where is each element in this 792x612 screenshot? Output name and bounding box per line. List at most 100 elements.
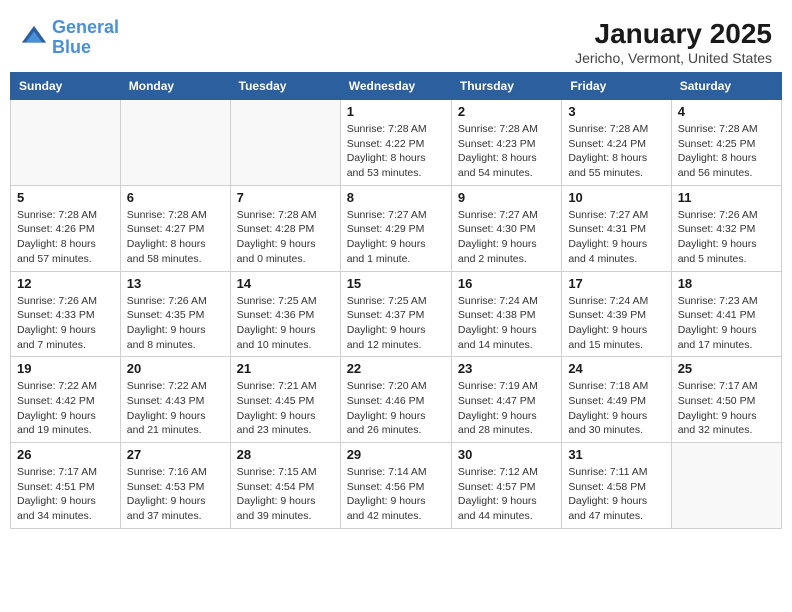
day-info: Sunrise: 7:22 AM Sunset: 4:42 PM Dayligh… — [17, 379, 114, 438]
day-number: 6 — [127, 190, 224, 205]
day-info: Sunrise: 7:17 AM Sunset: 4:51 PM Dayligh… — [17, 465, 114, 524]
calendar-cell: 29Sunrise: 7:14 AM Sunset: 4:56 PM Dayli… — [340, 443, 451, 529]
day-number: 27 — [127, 447, 224, 462]
day-info: Sunrise: 7:21 AM Sunset: 4:45 PM Dayligh… — [237, 379, 334, 438]
day-number: 4 — [678, 104, 775, 119]
day-header-saturday: Saturday — [671, 73, 781, 100]
day-number: 15 — [347, 276, 445, 291]
day-info: Sunrise: 7:28 AM Sunset: 4:23 PM Dayligh… — [458, 122, 555, 181]
calendar-cell: 5Sunrise: 7:28 AM Sunset: 4:26 PM Daylig… — [11, 185, 121, 271]
calendar-cell — [230, 100, 340, 186]
day-info: Sunrise: 7:18 AM Sunset: 4:49 PM Dayligh… — [568, 379, 664, 438]
day-number: 10 — [568, 190, 664, 205]
day-header-thursday: Thursday — [451, 73, 561, 100]
day-info: Sunrise: 7:28 AM Sunset: 4:26 PM Dayligh… — [17, 208, 114, 267]
day-number: 29 — [347, 447, 445, 462]
calendar-cell: 8 Sunrise: 7:27 AM Sunset: 4:29 PM Daylig… — [340, 185, 451, 271]
day-info: Sunrise: 7:27 AM Sunset: 4:30 PM Dayligh… — [458, 208, 555, 267]
calendar-week-1: 1Sunrise: 7:28 AM Sunset: 4:22 PM Daylig… — [11, 100, 782, 186]
day-number: 24 — [568, 361, 664, 376]
day-header-monday: Monday — [120, 73, 230, 100]
calendar-cell — [120, 100, 230, 186]
day-number: 20 — [127, 361, 224, 376]
day-info: Sunrise: 7:26 AM Sunset: 4:35 PM Dayligh… — [127, 294, 224, 353]
day-info: Sunrise: 7:28 AM Sunset: 4:24 PM Dayligh… — [568, 122, 664, 181]
day-number: 22 — [347, 361, 445, 376]
logo-text: General Blue — [52, 18, 119, 58]
day-number: 2 — [458, 104, 555, 119]
day-number: 9 — [458, 190, 555, 205]
day-header-tuesday: Tuesday — [230, 73, 340, 100]
calendar-cell: 20 Sunrise: 7:22 AM Sunset: 4:43 PM Dayli… — [120, 357, 230, 443]
day-info: Sunrise: 7:26 AM Sunset: 4:33 PM Dayligh… — [17, 294, 114, 353]
calendar-cell: 18 Sunrise: 7:23 AM Sunset: 4:41 PM Dayli… — [671, 271, 781, 357]
day-number: 14 — [237, 276, 334, 291]
calendar-cell: 21 Sunrise: 7:21 AM Sunset: 4:45 PM Dayli… — [230, 357, 340, 443]
day-number: 25 — [678, 361, 775, 376]
day-info: Sunrise: 7:16 AM Sunset: 4:53 PM Dayligh… — [127, 465, 224, 524]
calendar-cell: 25 Sunrise: 7:17 AM Sunset: 4:50 PM Dayli… — [671, 357, 781, 443]
month-title: January 2025 — [575, 18, 772, 50]
day-info: Sunrise: 7:20 AM Sunset: 4:46 PM Dayligh… — [347, 379, 445, 438]
calendar-cell: 10 Sunrise: 7:27 AM Sunset: 4:31 PM Dayli… — [562, 185, 671, 271]
day-header-sunday: Sunday — [11, 73, 121, 100]
day-number: 23 — [458, 361, 555, 376]
day-info: Sunrise: 7:25 AM Sunset: 4:36 PM Dayligh… — [237, 294, 334, 353]
day-number: 12 — [17, 276, 114, 291]
calendar-cell: 1Sunrise: 7:28 AM Sunset: 4:22 PM Daylig… — [340, 100, 451, 186]
day-info: Sunrise: 7:27 AM Sunset: 4:29 PM Dayligh… — [347, 208, 445, 267]
calendar-week-2: 5Sunrise: 7:28 AM Sunset: 4:26 PM Daylig… — [11, 185, 782, 271]
day-number: 7 — [237, 190, 334, 205]
day-number: 21 — [237, 361, 334, 376]
calendar-cell: 31 Sunrise: 7:11 AM Sunset: 4:58 PM Dayli… — [562, 443, 671, 529]
location: Jericho, Vermont, United States — [575, 50, 772, 66]
day-info: Sunrise: 7:26 AM Sunset: 4:32 PM Dayligh… — [678, 208, 775, 267]
calendar-cell: 3 Sunrise: 7:28 AM Sunset: 4:24 PM Daylig… — [562, 100, 671, 186]
page-header: General Blue January 2025 Jericho, Vermo… — [10, 10, 782, 72]
day-info: Sunrise: 7:17 AM Sunset: 4:50 PM Dayligh… — [678, 379, 775, 438]
day-number: 30 — [458, 447, 555, 462]
day-number: 18 — [678, 276, 775, 291]
day-info: Sunrise: 7:24 AM Sunset: 4:39 PM Dayligh… — [568, 294, 664, 353]
calendar-cell: 14 Sunrise: 7:25 AM Sunset: 4:36 PM Dayli… — [230, 271, 340, 357]
day-info: Sunrise: 7:15 AM Sunset: 4:54 PM Dayligh… — [237, 465, 334, 524]
day-number: 28 — [237, 447, 334, 462]
day-number: 13 — [127, 276, 224, 291]
day-number: 1 — [347, 104, 445, 119]
calendar-week-3: 12 Sunrise: 7:26 AM Sunset: 4:33 PM Dayli… — [11, 271, 782, 357]
day-info: Sunrise: 7:12 AM Sunset: 4:57 PM Dayligh… — [458, 465, 555, 524]
calendar-cell: 23Sunrise: 7:19 AM Sunset: 4:47 PM Dayli… — [451, 357, 561, 443]
day-header-friday: Friday — [562, 73, 671, 100]
day-number: 26 — [17, 447, 114, 462]
calendar-cell: 16Sunrise: 7:24 AM Sunset: 4:38 PM Dayli… — [451, 271, 561, 357]
calendar-cell: 12 Sunrise: 7:26 AM Sunset: 4:33 PM Dayli… — [11, 271, 121, 357]
day-header-wednesday: Wednesday — [340, 73, 451, 100]
calendar-cell: 27 Sunrise: 7:16 AM Sunset: 4:53 PM Dayli… — [120, 443, 230, 529]
calendar-cell: 24 Sunrise: 7:18 AM Sunset: 4:49 PM Dayli… — [562, 357, 671, 443]
day-number: 16 — [458, 276, 555, 291]
calendar-cell: 28 Sunrise: 7:15 AM Sunset: 4:54 PM Dayli… — [230, 443, 340, 529]
day-info: Sunrise: 7:28 AM Sunset: 4:25 PM Dayligh… — [678, 122, 775, 181]
logo-icon — [20, 24, 48, 52]
calendar-cell: 11Sunrise: 7:26 AM Sunset: 4:32 PM Dayli… — [671, 185, 781, 271]
calendar-cell: 17Sunrise: 7:24 AM Sunset: 4:39 PM Dayli… — [562, 271, 671, 357]
day-info: Sunrise: 7:28 AM Sunset: 4:28 PM Dayligh… — [237, 208, 334, 267]
day-info: Sunrise: 7:22 AM Sunset: 4:43 PM Dayligh… — [127, 379, 224, 438]
day-info: Sunrise: 7:28 AM Sunset: 4:27 PM Dayligh… — [127, 208, 224, 267]
day-info: Sunrise: 7:23 AM Sunset: 4:41 PM Dayligh… — [678, 294, 775, 353]
day-info: Sunrise: 7:27 AM Sunset: 4:31 PM Dayligh… — [568, 208, 664, 267]
calendar-cell: 7 Sunrise: 7:28 AM Sunset: 4:28 PM Daylig… — [230, 185, 340, 271]
calendar-cell — [671, 443, 781, 529]
calendar-cell: 22 Sunrise: 7:20 AM Sunset: 4:46 PM Dayli… — [340, 357, 451, 443]
logo: General Blue — [20, 18, 119, 58]
day-number: 8 — [347, 190, 445, 205]
calendar-cell: 6 Sunrise: 7:28 AM Sunset: 4:27 PM Daylig… — [120, 185, 230, 271]
calendar-cell: 26 Sunrise: 7:17 AM Sunset: 4:51 PM Dayli… — [11, 443, 121, 529]
calendar-cell: 2 Sunrise: 7:28 AM Sunset: 4:23 PM Daylig… — [451, 100, 561, 186]
day-number: 3 — [568, 104, 664, 119]
day-info: Sunrise: 7:11 AM Sunset: 4:58 PM Dayligh… — [568, 465, 664, 524]
day-number: 31 — [568, 447, 664, 462]
calendar-week-5: 26 Sunrise: 7:17 AM Sunset: 4:51 PM Dayli… — [11, 443, 782, 529]
calendar-cell — [11, 100, 121, 186]
calendar-header: SundayMondayTuesdayWednesdayThursdayFrid… — [11, 73, 782, 100]
